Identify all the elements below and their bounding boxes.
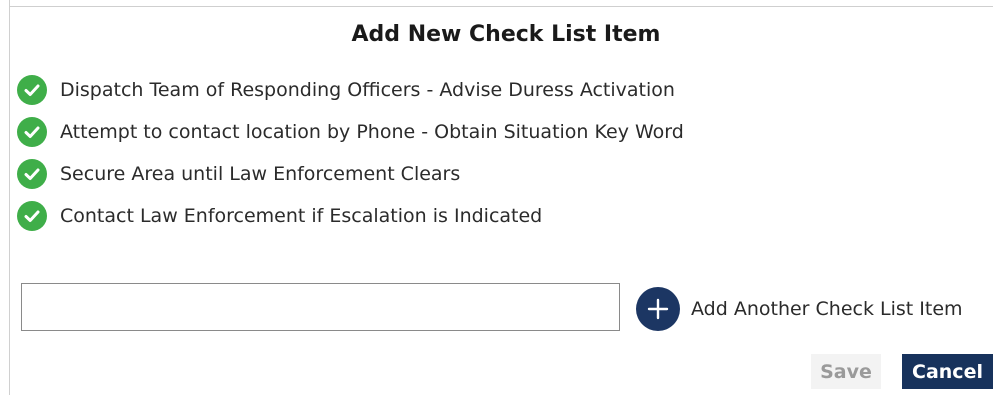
plus-circle-icon[interactable] <box>636 287 680 331</box>
cancel-button[interactable]: Cancel <box>902 354 993 389</box>
dialog-title: Add New Check List Item <box>351 22 661 47</box>
checklist-item-label: Dispatch Team of Responding Officers - A… <box>60 79 675 101</box>
checklist-item: Attempt to contact location by Phone - O… <box>17 111 684 153</box>
checklist-item-label: Contact Law Enforcement if Escalation is… <box>60 205 543 227</box>
check-circle-icon <box>17 159 47 189</box>
checklist-item: Secure Area until Law Enforcement Clears <box>17 153 684 195</box>
check-circle-icon <box>17 117 47 147</box>
new-checklist-item-input[interactable] <box>21 283 620 331</box>
add-checklist-item-button[interactable]: Add Another Check List Item <box>636 287 963 331</box>
add-checklist-item-label[interactable]: Add Another Check List Item <box>691 298 963 320</box>
checklist: Dispatch Team of Responding Officers - A… <box>17 69 684 237</box>
check-circle-icon <box>17 201 47 231</box>
checklist-item-label: Attempt to contact location by Phone - O… <box>60 121 684 143</box>
dialog-left-border <box>9 0 10 395</box>
save-button[interactable]: Save <box>811 354 881 389</box>
checklist-item-label: Secure Area until Law Enforcement Clears <box>60 163 461 185</box>
checklist-item: Contact Law Enforcement if Escalation is… <box>17 195 684 237</box>
check-circle-icon <box>17 75 47 105</box>
checklist-item: Dispatch Team of Responding Officers - A… <box>17 69 684 111</box>
dialog-top-border <box>9 6 993 7</box>
